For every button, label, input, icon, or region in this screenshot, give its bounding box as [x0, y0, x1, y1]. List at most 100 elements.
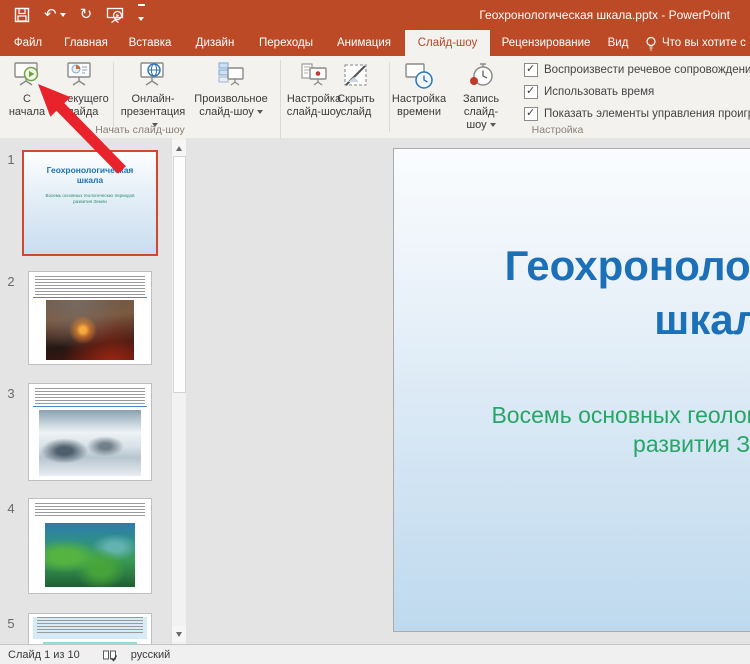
lightbulb-icon — [645, 36, 657, 51]
custom-slideshow-button[interactable]: Произвольное слайд-шоу — [188, 58, 274, 134]
thumbnail-slide-3[interactable] — [28, 383, 152, 481]
present-online-icon — [137, 60, 169, 92]
tab-file[interactable]: Файл — [6, 30, 50, 56]
thumbnail-slide-4[interactable] — [28, 498, 152, 594]
checkbox-use-timings[interactable]: Использовать время — [524, 84, 654, 100]
checkbox-play-narrations[interactable]: Воспроизвести речевое сопровождение — [524, 62, 750, 78]
proofing-button[interactable] — [102, 649, 117, 662]
slide-title-line-2: шкала — [394, 293, 750, 347]
tab-review[interactable]: Рецензирование — [495, 30, 597, 56]
thumb1-subtitle: Восемь основных геологических периодов р… — [24, 193, 156, 205]
tab-view[interactable]: Вид — [600, 30, 636, 56]
group-label-start-slideshow: Начать слайд-шоу — [0, 124, 280, 136]
thumb5-textlines — [37, 617, 143, 633]
tab-transitions[interactable]: Переходы — [252, 30, 320, 56]
slide-title-line-1: Геохронологическая — [394, 239, 750, 293]
tell-me-label: Что вы хотите с — [662, 37, 746, 49]
present-online-label-1: Онлайн- — [117, 93, 189, 106]
ribbon-slideshow: С начала С текущего слайда — [0, 56, 750, 139]
thumb1-title: Геохронологическая шкала — [24, 165, 156, 185]
from-current-slide-icon — [64, 60, 96, 92]
thumbnail-number: 1 — [4, 152, 18, 167]
record-slideshow-button[interactable]: Запись слайд- шоу — [447, 58, 515, 134]
from-beginning-button[interactable]: С начала — [4, 58, 50, 134]
ribbon-tab-row: Файл Главная Вставка Дизайн Переходы Ани… — [0, 30, 750, 56]
scroll-up-icon — [176, 146, 182, 151]
slide-subtitle-line-1: Восемь основных геологических периодов — [394, 401, 750, 430]
scroll-up-button[interactable] — [172, 140, 186, 156]
tab-animations[interactable]: Анимация — [329, 30, 399, 56]
thumb3-snow-image — [39, 410, 141, 476]
language-indicator[interactable]: русский — [131, 649, 170, 661]
hide-slide-icon — [340, 60, 372, 92]
from-beginning-icon — [11, 60, 43, 92]
tab-insert[interactable]: Вставка — [122, 30, 178, 56]
from-current-label-1: С текущего — [50, 93, 110, 106]
window-title: Геохронологическая шкала.pptx - PowerPoi… — [0, 0, 730, 30]
hide-slide-button[interactable]: Скрыть слайд — [334, 58, 378, 134]
checkbox-show-media-controls[interactable]: Показать элементы управления проигры — [524, 106, 750, 122]
slide-editor-area: Геохронологическая шкала Восемь основных… — [186, 138, 750, 644]
rehearse-timings-label-2: времени — [391, 106, 447, 119]
thumb2-volcano-image — [46, 300, 134, 360]
ribbon-separator — [389, 62, 390, 132]
record-slideshow-icon — [465, 60, 497, 92]
tab-design[interactable]: Дизайн — [188, 30, 242, 56]
thumbnail-slide-1[interactable]: Геохронологическая шкала Восемь основных… — [22, 150, 158, 256]
thumb3-textlines — [35, 388, 145, 405]
checkbox-show-media-controls-label: Показать элементы управления проигры — [544, 108, 750, 120]
tell-me-box[interactable]: Что вы хотите с — [645, 30, 746, 56]
status-bar: Слайд 1 из 10 русский — [0, 644, 750, 664]
checkbox-checked-icon[interactable] — [524, 107, 538, 121]
thumbnail-number: 3 — [4, 386, 18, 401]
record-slideshow-label-1: Запись слайд- — [447, 93, 515, 119]
checkbox-use-timings-label: Использовать время — [544, 86, 654, 98]
slide-canvas[interactable]: Геохронологическая шкала Восемь основных… — [393, 148, 750, 632]
proofing-icon — [102, 649, 117, 662]
from-beginning-label-1: С — [4, 93, 50, 106]
ribbon-separator — [113, 62, 114, 132]
checkbox-checked-icon[interactable] — [524, 85, 538, 99]
rehearse-timings-icon — [403, 60, 435, 92]
thumb2-rule — [33, 297, 147, 298]
slide-counter: Слайд 1 из 10 — [8, 649, 80, 661]
scroll-down-button[interactable] — [172, 626, 186, 642]
thumbnail-slide-5[interactable] — [28, 613, 152, 644]
setup-slideshow-icon — [298, 60, 330, 92]
from-beginning-label-2: начала — [4, 106, 50, 119]
hide-slide-label-1: Скрыть — [334, 93, 378, 106]
title-bar: ↶ ↻ Геохронологическая — [0, 0, 750, 30]
thumbnail-number: 4 — [4, 501, 18, 516]
tab-slideshow[interactable]: Слайд-шоу — [405, 30, 490, 56]
scroll-down-icon — [176, 632, 182, 637]
thumb2-textlines — [35, 276, 145, 296]
thumbnail-number: 2 — [4, 274, 18, 289]
custom-slideshow-icon — [215, 60, 247, 92]
thumbnail-scrollbar[interactable] — [171, 138, 186, 644]
thumb4-sea-image — [45, 523, 135, 587]
thumbnail-slide-2[interactable] — [28, 271, 152, 365]
slide-subtitle-placeholder[interactable]: Восемь основных геологических периодов р… — [394, 401, 750, 459]
thumb5-textblock — [33, 617, 147, 639]
thumb3-rule — [33, 406, 147, 407]
present-online-button[interactable]: Онлайн- презентация — [117, 58, 189, 134]
group-label-setup: Настройка — [390, 124, 725, 136]
from-current-label-2: слайда — [50, 106, 110, 119]
custom-slideshow-label-2: слайд-шоу — [188, 106, 274, 119]
rehearse-timings-button[interactable]: Настройка времени — [391, 58, 447, 134]
group-separator — [280, 60, 281, 139]
rehearse-timings-label-1: Настройка — [391, 93, 447, 106]
tab-home[interactable]: Главная — [57, 30, 115, 56]
from-current-slide-button[interactable]: С текущего слайда — [50, 58, 110, 134]
scrollbar-thumb[interactable] — [173, 156, 186, 393]
hide-slide-label-2: слайд — [334, 106, 378, 119]
checkbox-checked-icon[interactable] — [524, 63, 538, 77]
slide-title-placeholder[interactable]: Геохронологическая шкала — [394, 239, 750, 347]
powerpoint-window: ↶ ↻ Геохронологическая — [0, 0, 750, 664]
thumbnail-number: 5 — [4, 616, 18, 631]
dropdown-caret-icon — [257, 110, 263, 114]
thumb4-textlines — [35, 503, 145, 517]
custom-slideshow-label-1: Произвольное — [188, 93, 274, 106]
slide-thumbnail-panel: 1 Геохронологическая шкала Восемь основн… — [0, 138, 186, 644]
slide-subtitle-line-2: развития Земли — [394, 430, 750, 459]
